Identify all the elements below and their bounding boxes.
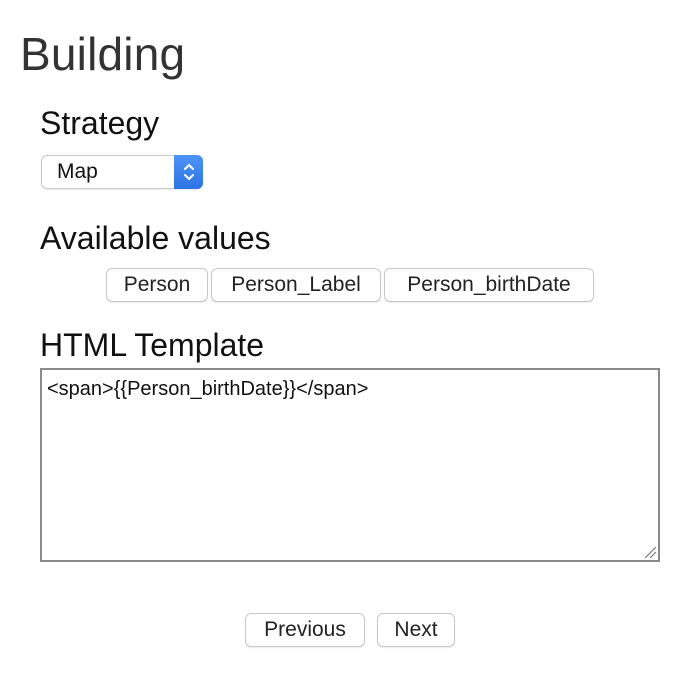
page-title: Building [20, 28, 186, 80]
html-template-heading: HTML Template [40, 327, 265, 363]
strategy-heading: Strategy [40, 105, 160, 141]
value-button-person[interactable]: Person [106, 268, 208, 302]
value-button-person-birthdate[interactable]: Person_birthDate [384, 268, 594, 302]
value-button-person-label[interactable]: Person_Label [211, 268, 381, 302]
select-updown-chevrons-icon [174, 154, 203, 189]
page: Building Strategy Map Available values P… [0, 0, 700, 674]
available-values-list: Person Person_Label Person_birthDate [0, 268, 700, 302]
previous-button[interactable]: Previous [245, 613, 365, 647]
wizard-navigation: Previous Next [0, 613, 700, 647]
next-button[interactable]: Next [377, 613, 455, 647]
html-template-textarea[interactable]: <span>{{Person_birthDate}}</span> [42, 370, 658, 560]
strategy-select-value: Map [57, 160, 98, 183]
html-template-editor: <span>{{Person_birthDate}}</span> [40, 368, 660, 562]
resize-grip-icon[interactable] [643, 545, 657, 559]
available-values-heading: Available values [40, 220, 271, 256]
strategy-select[interactable]: Map [41, 154, 203, 189]
